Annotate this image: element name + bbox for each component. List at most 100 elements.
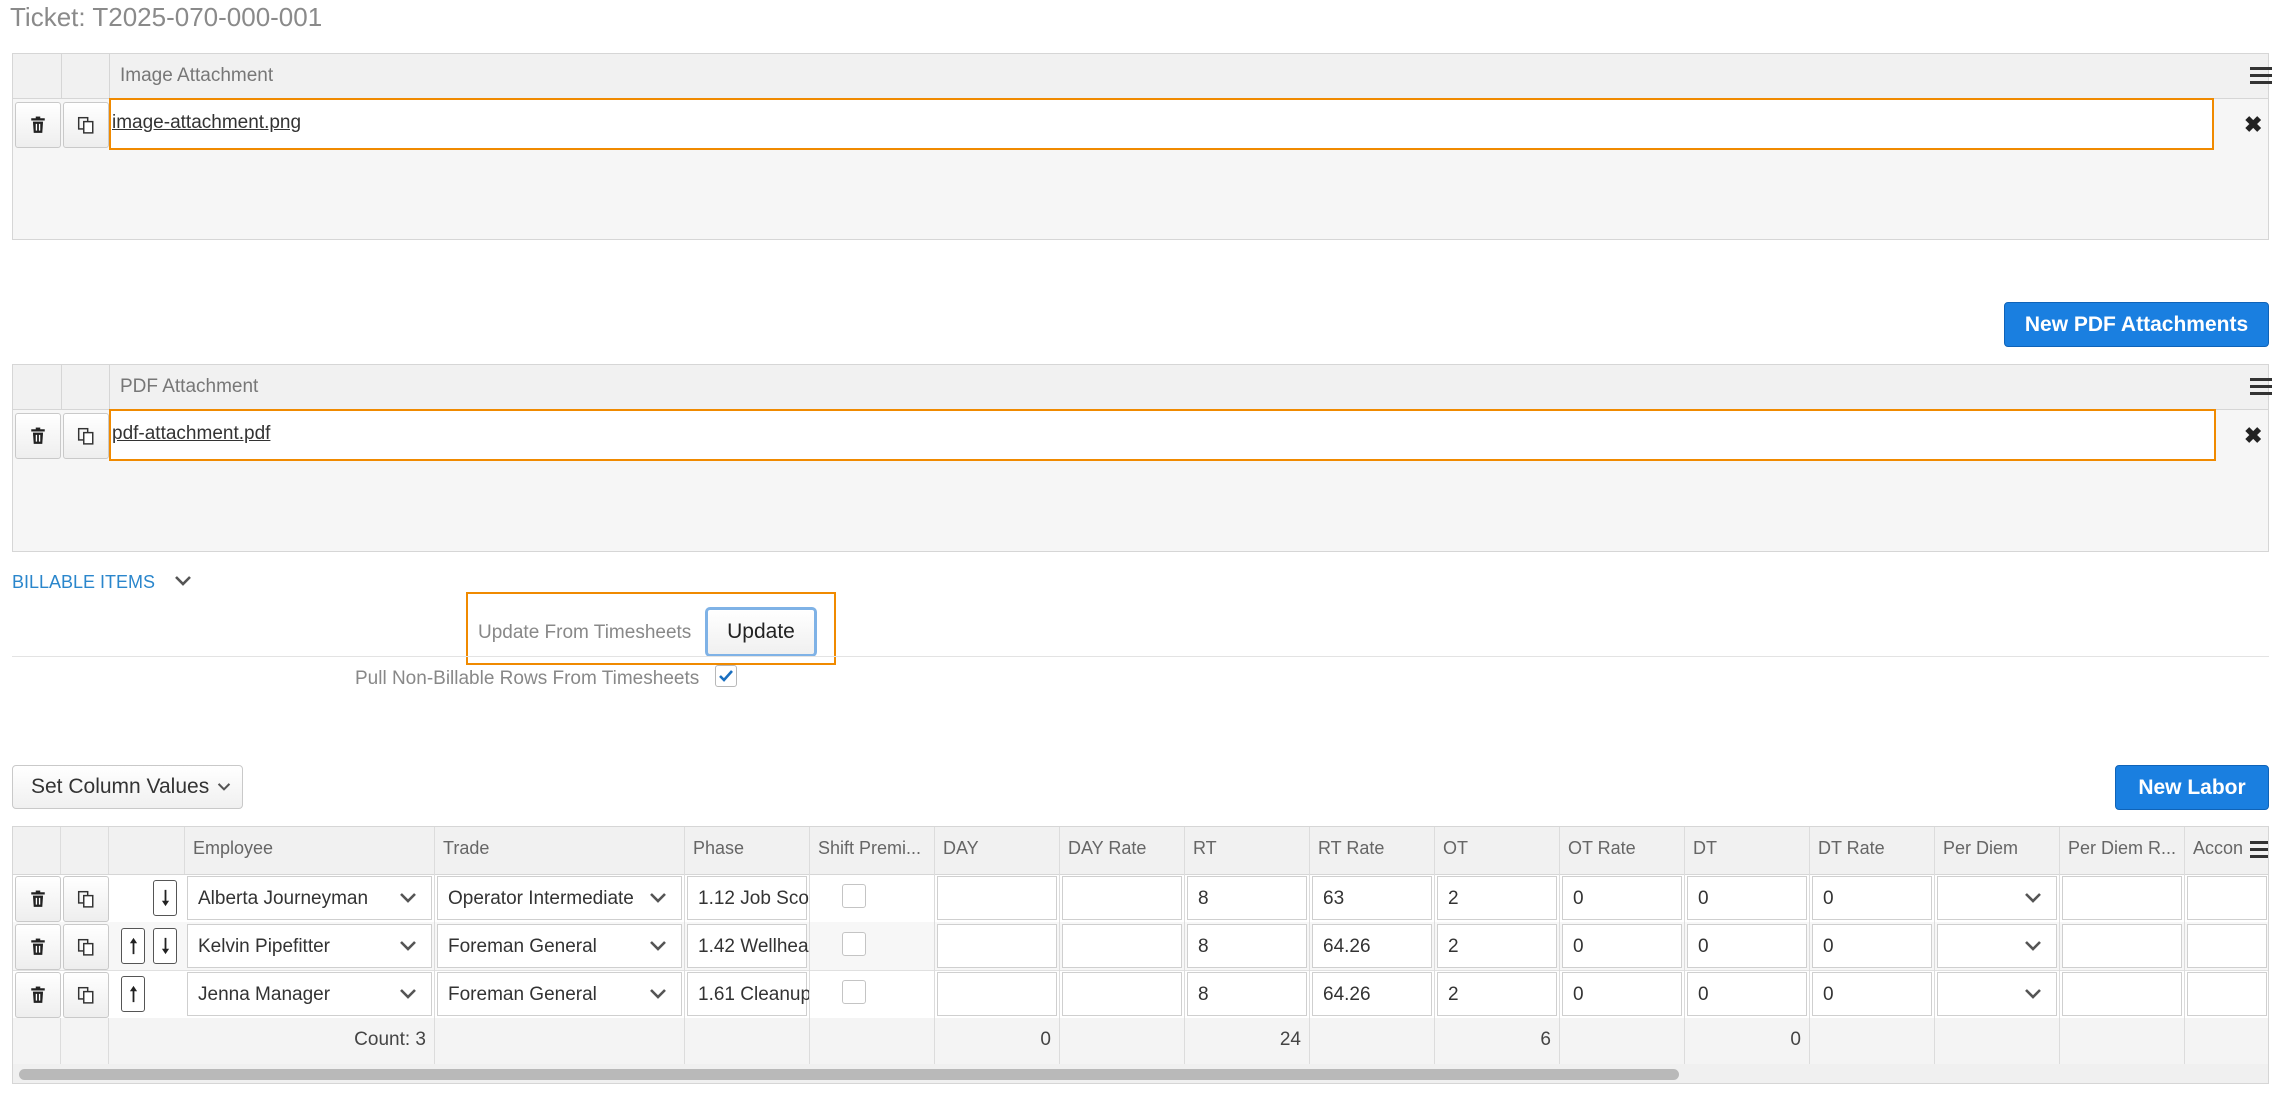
dt-rate-field[interactable]: 0: [1812, 924, 1932, 968]
copy-row-button[interactable]: [63, 876, 109, 922]
column-header-employee[interactable]: Employee: [185, 827, 435, 874]
move-up-button[interactable]: [121, 976, 145, 1012]
account-field[interactable]: [2187, 924, 2267, 968]
image-attachment-link[interactable]: image-attachment.png: [112, 112, 301, 134]
image-attachment-grid: Image Attachment image-attachment.png ✖: [12, 53, 2272, 240]
dt-rate-field[interactable]: 0: [1812, 972, 1932, 1016]
column-header-trade[interactable]: Trade: [435, 827, 685, 874]
rt-rate-field[interactable]: 64.26: [1312, 924, 1432, 968]
rt-field[interactable]: 8: [1187, 972, 1307, 1016]
close-icon[interactable]: ✖: [2244, 423, 2262, 449]
move-up-button[interactable]: [121, 928, 145, 964]
delete-row-button[interactable]: [15, 924, 61, 970]
shift-premium-checkbox[interactable]: [842, 932, 866, 956]
billable-items-toggle[interactable]: BILLABLE ITEMS: [12, 572, 155, 593]
rt-rate-field[interactable]: 64.26: [1312, 972, 1432, 1016]
pdf-attachment-link[interactable]: pdf-attachment.pdf: [112, 423, 270, 445]
copy-row-button[interactable]: [63, 924, 109, 970]
rt-field[interactable]: 8: [1187, 876, 1307, 920]
chevron-down-icon[interactable]: [173, 575, 193, 587]
image-attachment-field[interactable]: image-attachment.png: [109, 98, 2214, 150]
menu-icon[interactable]: [2250, 67, 2272, 85]
ot-rate-field[interactable]: 0: [1562, 972, 1682, 1016]
day-total: 0: [1040, 1029, 1051, 1050]
copy-row-button[interactable]: [63, 972, 109, 1018]
ot-field[interactable]: 2: [1437, 876, 1557, 920]
day-rate-field[interactable]: [1062, 876, 1182, 920]
phase-field[interactable]: 1.42 Wellhead: [687, 924, 809, 968]
employee-select[interactable]: Alberta Journeyman: [187, 876, 432, 920]
day-rate-field[interactable]: [1062, 972, 1182, 1016]
update-button[interactable]: Update: [705, 607, 817, 657]
day-rate-field[interactable]: [1062, 924, 1182, 968]
column-header-ot[interactable]: OT: [1435, 827, 1560, 874]
column-header-ot-rate[interactable]: OT Rate: [1560, 827, 1685, 874]
trash-icon: [29, 938, 47, 956]
day-field[interactable]: [937, 924, 1057, 968]
trade-select[interactable]: Foreman General: [437, 924, 682, 968]
move-down-button[interactable]: [153, 928, 177, 964]
dt-field[interactable]: 0: [1687, 972, 1807, 1016]
per-diem-select[interactable]: [1937, 972, 2057, 1016]
menu-icon[interactable]: [2250, 378, 2272, 396]
phase-field[interactable]: 1.61 Cleanup: [687, 972, 809, 1016]
shift-premium-checkbox[interactable]: [842, 980, 866, 1004]
trade-select[interactable]: Foreman General: [437, 972, 682, 1016]
column-header-phase[interactable]: Phase: [685, 827, 810, 874]
delete-row-button[interactable]: [15, 876, 61, 922]
column-header-rt[interactable]: RT: [1185, 827, 1310, 874]
ot-rate-field[interactable]: 0: [1562, 924, 1682, 968]
trash-icon: [29, 890, 47, 908]
per-diem-select[interactable]: [1937, 876, 2057, 920]
pdf-attachment-field[interactable]: pdf-attachment.pdf: [109, 409, 2216, 461]
column-header-per-diem[interactable]: Per Diem: [1935, 827, 2060, 874]
column-header-per-diem-rate[interactable]: Per Diem R...: [2060, 827, 2185, 874]
per-diem-rate-field[interactable]: [2062, 924, 2182, 968]
employee-select[interactable]: Jenna Manager: [187, 972, 432, 1016]
column-header-day-rate[interactable]: DAY Rate: [1060, 827, 1185, 874]
trash-icon: [29, 116, 47, 134]
row-count: Count: 3: [354, 1029, 426, 1050]
grid-header: PDF Attachment: [13, 365, 2272, 410]
day-field[interactable]: [937, 972, 1057, 1016]
column-header-dt[interactable]: DT: [1685, 827, 1810, 874]
per-diem-select[interactable]: [1937, 924, 2057, 968]
set-column-values-button[interactable]: Set Column Values: [12, 765, 243, 809]
pull-non-billable-checkbox[interactable]: [715, 665, 737, 687]
table-row: Kelvin Pipefitter Foreman General 1.42 W…: [13, 922, 2268, 971]
per-diem-rate-field[interactable]: [2062, 972, 2182, 1016]
per-diem-rate-field[interactable]: [2062, 876, 2182, 920]
trash-icon: [29, 986, 47, 1004]
horizontal-scrollbar[interactable]: [13, 1064, 2268, 1083]
rt-field[interactable]: 8: [1187, 924, 1307, 968]
copy-row-button[interactable]: [63, 102, 109, 148]
ot-rate-field[interactable]: 0: [1562, 876, 1682, 920]
new-labor-button[interactable]: New Labor: [2115, 765, 2269, 810]
new-pdf-attachments-button[interactable]: New PDF Attachments: [2004, 302, 2269, 347]
column-header-day[interactable]: DAY: [935, 827, 1060, 874]
delete-row-button[interactable]: [15, 413, 61, 459]
menu-icon[interactable]: [2250, 841, 2268, 859]
column-header-dt-rate[interactable]: DT Rate: [1810, 827, 1935, 874]
day-field[interactable]: [937, 876, 1057, 920]
rt-rate-field[interactable]: 63: [1312, 876, 1432, 920]
move-down-button[interactable]: [153, 880, 177, 916]
employee-select[interactable]: Kelvin Pipefitter: [187, 924, 432, 968]
account-field[interactable]: [2187, 972, 2267, 1016]
trade-select[interactable]: Operator Intermediate: [437, 876, 682, 920]
scrollbar-thumb[interactable]: [19, 1069, 1679, 1080]
column-header-shift-premium[interactable]: Shift Premi...: [810, 827, 935, 874]
ot-field[interactable]: 2: [1437, 924, 1557, 968]
ot-field[interactable]: 2: [1437, 972, 1557, 1016]
shift-premium-checkbox[interactable]: [842, 884, 866, 908]
account-field[interactable]: [2187, 876, 2267, 920]
delete-row-button[interactable]: [15, 102, 61, 148]
delete-row-button[interactable]: [15, 972, 61, 1018]
copy-row-button[interactable]: [63, 413, 109, 459]
phase-field[interactable]: 1.12 Job Scope: [687, 876, 809, 920]
column-header-rt-rate[interactable]: RT Rate: [1310, 827, 1435, 874]
dt-field[interactable]: 0: [1687, 876, 1807, 920]
dt-field[interactable]: 0: [1687, 924, 1807, 968]
close-icon[interactable]: ✖: [2244, 112, 2262, 138]
dt-rate-field[interactable]: 0: [1812, 876, 1932, 920]
